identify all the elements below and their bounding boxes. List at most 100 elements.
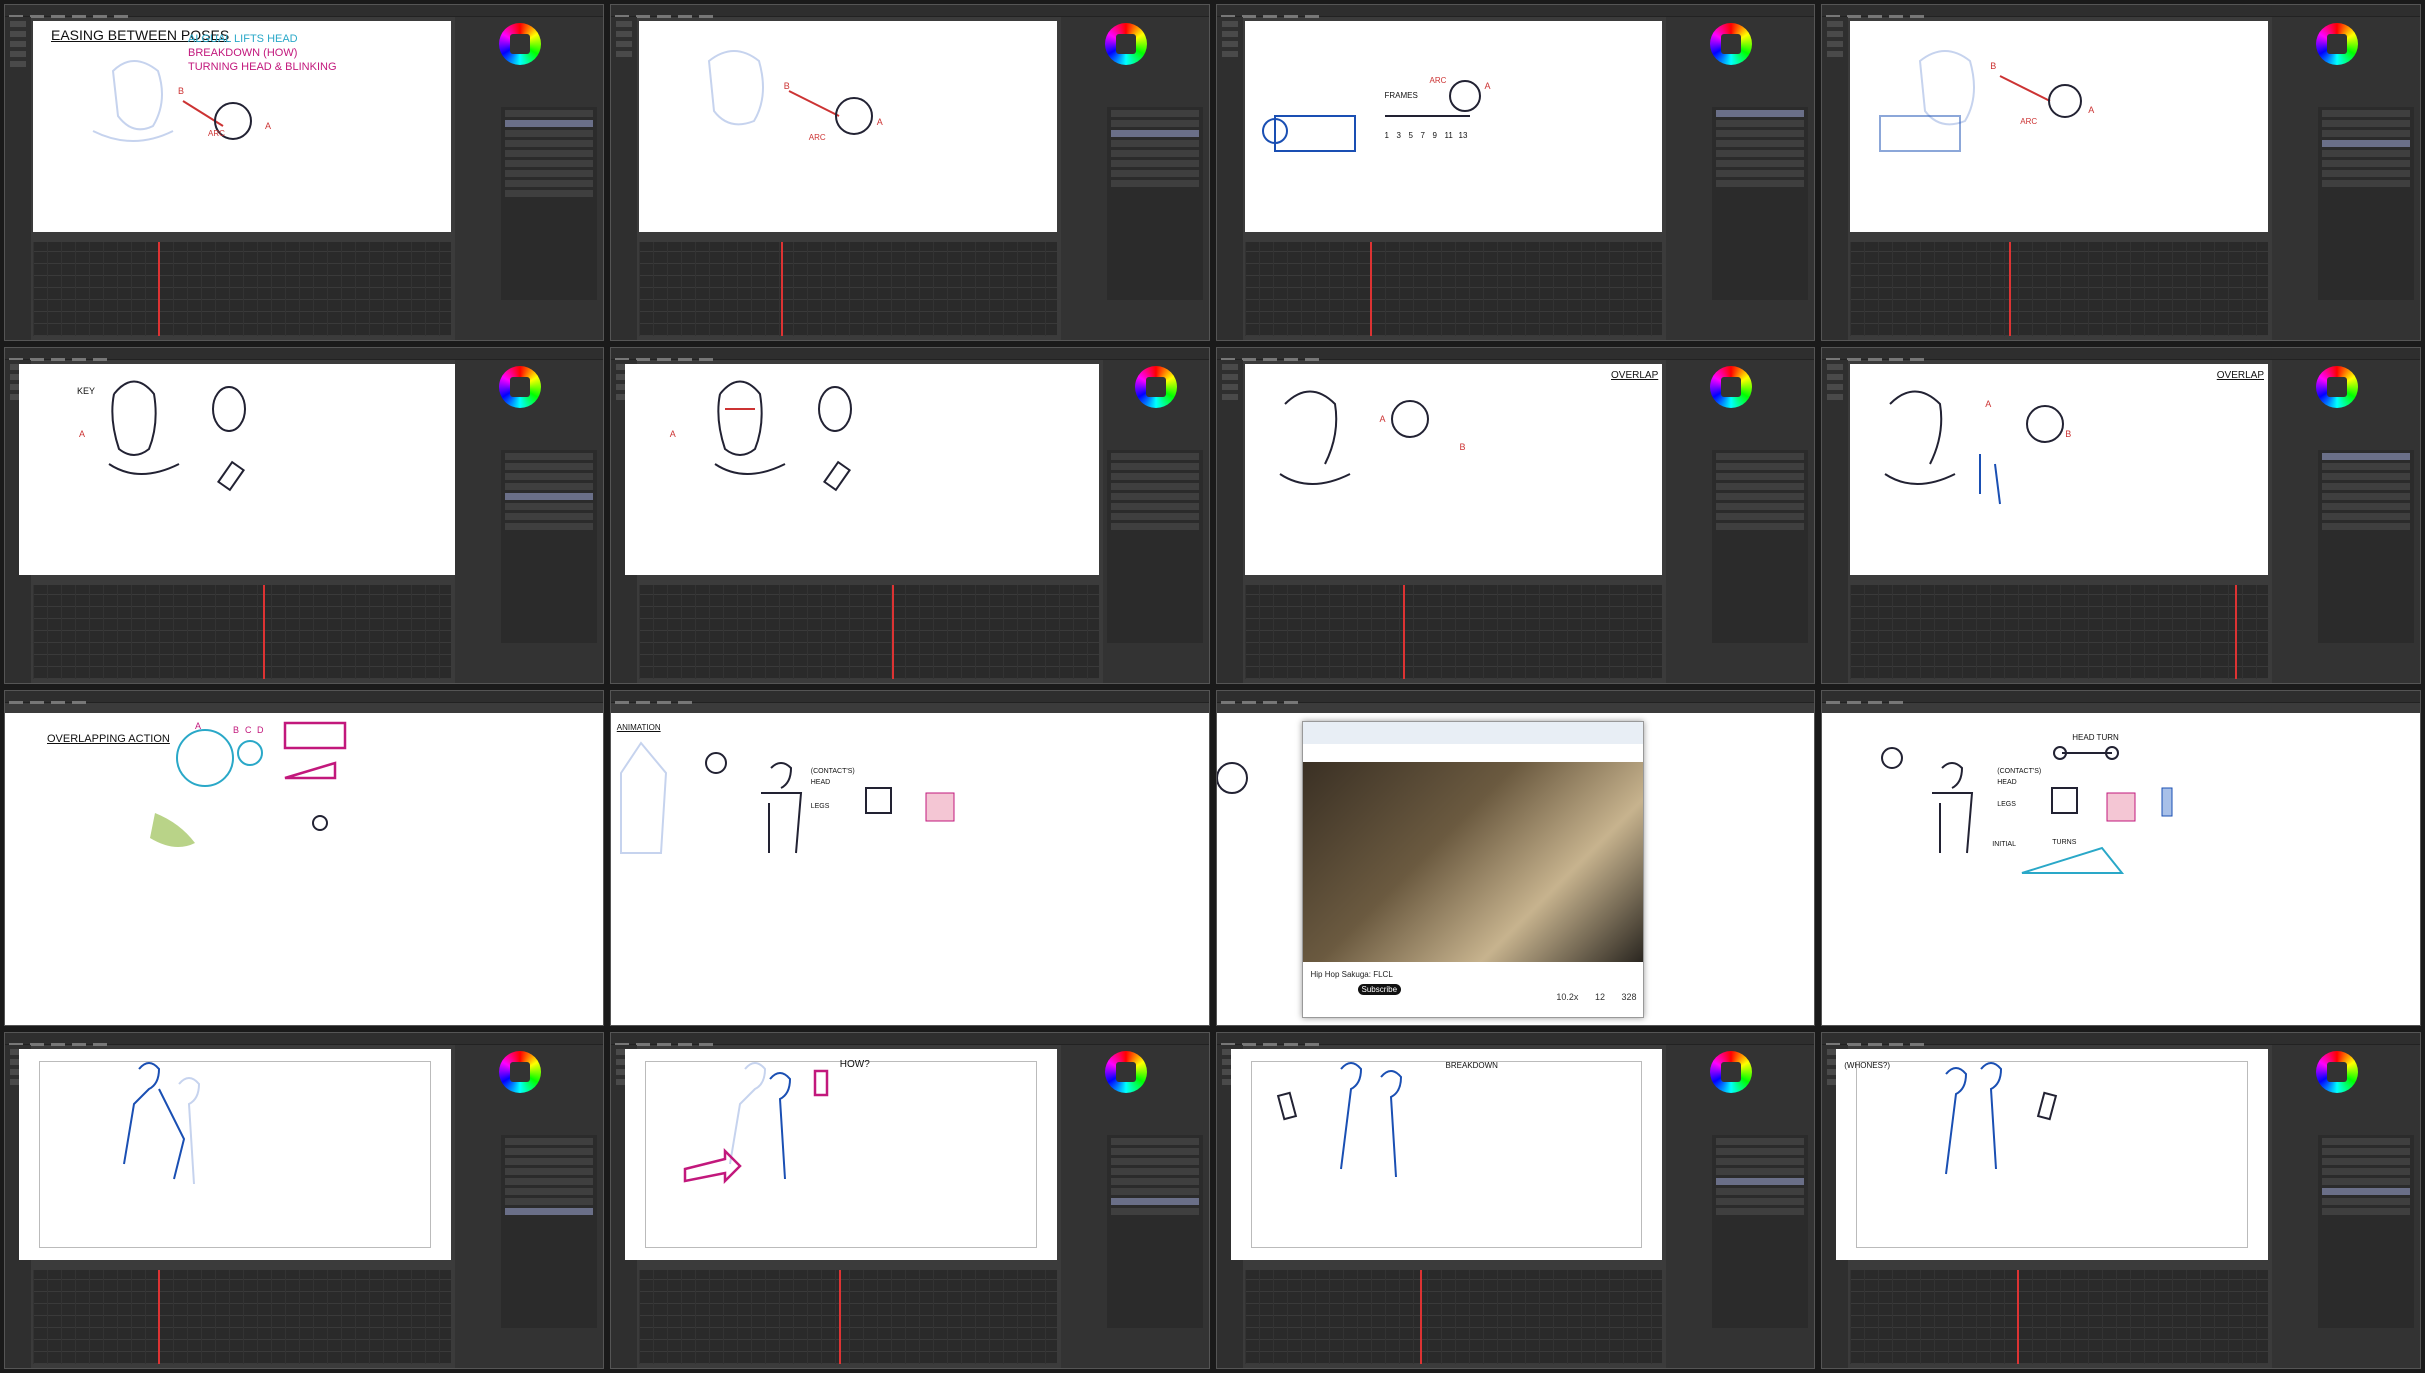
drawing-canvas[interactable]: (WHONES?) [1836, 1049, 2268, 1261]
menu-bar[interactable] [5, 1033, 603, 1047]
playhead[interactable] [262, 584, 265, 679]
menu-bar[interactable] [610, 5, 1209, 18]
playhead[interactable] [839, 1270, 842, 1364]
drawing-canvas[interactable]: OVERLAP A B [1244, 363, 1663, 575]
menu-bar[interactable] [1216, 690, 1815, 704]
playhead[interactable] [2008, 242, 2011, 336]
tool-panel[interactable] [5, 17, 31, 340]
timeline[interactable] [33, 242, 451, 336]
timeline[interactable] [1850, 242, 2268, 336]
playhead[interactable] [891, 584, 894, 679]
timeline[interactable] [1244, 242, 1663, 336]
layer-list[interactable] [1106, 107, 1203, 300]
layer-list[interactable] [1712, 107, 1809, 300]
browser-tab-bar[interactable] [1302, 721, 1643, 744]
drawing-canvas[interactable]: B A ARC [638, 21, 1057, 232]
timeline[interactable] [1850, 584, 2268, 679]
menu-bar[interactable] [1216, 1033, 1815, 1047]
menu-bar[interactable] [1822, 690, 2420, 704]
color-wheel[interactable] [1134, 365, 1177, 408]
drawing-canvas[interactable]: EASING BETWEEN POSES ALGUAL LIFTS HEAD B… [33, 21, 451, 232]
playhead[interactable] [158, 242, 161, 336]
video-screenshot-11: Hip Hop Sakuga: FLCL Subscribe 10.2x 12 … [1215, 689, 1816, 1027]
menu-bar[interactable] [5, 347, 603, 361]
menu-bar[interactable] [1216, 5, 1815, 18]
tool-panel[interactable] [1216, 17, 1243, 340]
layer-list[interactable] [1712, 449, 1809, 643]
timeline[interactable] [1244, 584, 1663, 679]
playhead[interactable] [1403, 584, 1406, 679]
layer-list[interactable] [2318, 449, 2414, 643]
menu-bar[interactable] [5, 690, 603, 704]
timeline[interactable] [638, 242, 1057, 336]
menu-bar[interactable] [1216, 347, 1815, 361]
layer-list[interactable] [1106, 449, 1203, 643]
video-player[interactable] [1302, 761, 1643, 962]
timeline[interactable] [33, 1270, 451, 1364]
layer-list[interactable] [2318, 107, 2414, 300]
color-wheel[interactable] [2316, 365, 2358, 408]
layer-list[interactable] [500, 1135, 597, 1328]
playhead[interactable] [1369, 242, 1372, 336]
playhead[interactable] [2234, 584, 2237, 679]
layer-list[interactable] [500, 107, 597, 300]
menu-bar[interactable] [610, 347, 1209, 361]
menu-bar[interactable] [610, 1033, 1209, 1047]
label-b: B [783, 81, 790, 91]
timeline[interactable] [1244, 1270, 1663, 1364]
color-wheel[interactable] [498, 365, 541, 408]
layer-list[interactable] [500, 449, 597, 643]
drawing-canvas[interactable]: A [624, 363, 1099, 575]
canvas-screenshot-10: ANIMATION (CONTACT'S) HEAD LEGS [609, 689, 1210, 1027]
drawing-canvas[interactable]: BREAKDOWN [1230, 1049, 1663, 1261]
color-wheel[interactable] [2316, 23, 2358, 65]
subscribe-button[interactable]: Subscribe [1357, 983, 1402, 995]
timeline[interactable] [638, 1270, 1057, 1364]
drawing-canvas[interactable]: B A ARC [1850, 21, 2268, 232]
menu-bar[interactable] [1822, 5, 2420, 18]
color-wheel[interactable] [1710, 23, 1753, 65]
color-wheel[interactable] [1104, 1051, 1147, 1094]
tool-panel[interactable] [1822, 359, 1849, 683]
browser-window[interactable]: Hip Hop Sakuga: FLCL Subscribe 10.2x 12 … [1301, 720, 1644, 1018]
app-screenshot-4: B A ARC [1821, 4, 2421, 341]
timeline[interactable] [33, 584, 451, 679]
playhead[interactable] [158, 1270, 161, 1364]
drawing-canvas[interactable]: ANIMATION (CONTACT'S) HEAD LEGS [610, 712, 1209, 1026]
drawing-canvas[interactable]: HEAD TURN (CONTACT'S) HEAD LEGS INITIAL … [1822, 712, 2420, 1026]
sketch-layer [1945, 1062, 2058, 1175]
color-wheel[interactable] [1710, 1051, 1753, 1094]
menu-bar[interactable] [5, 5, 603, 18]
menu-bar[interactable] [1822, 1033, 2420, 1047]
drawing-canvas[interactable]: HOW? [624, 1049, 1057, 1261]
sketch-layer [1278, 390, 1429, 485]
timeline[interactable] [1850, 1270, 2268, 1364]
tool-panel[interactable] [1822, 17, 1849, 340]
drawing-canvas[interactable]: OVERLAPPING ACTION A B C D [5, 712, 603, 1026]
menu-bar[interactable] [1822, 347, 2420, 361]
color-wheel[interactable] [1104, 23, 1147, 65]
timeline[interactable] [638, 584, 1099, 679]
drawing-canvas[interactable]: FRAMES 1 3 5 7 9 11 13 A ARC [1244, 21, 1663, 232]
drawing-canvas[interactable]: KEY A [19, 363, 455, 575]
playhead[interactable] [2017, 1270, 2020, 1364]
color-wheel[interactable] [2316, 1051, 2358, 1094]
drawing-canvas[interactable] [19, 1049, 451, 1261]
color-wheel[interactable] [1710, 365, 1753, 408]
layer-list[interactable] [1106, 1135, 1203, 1328]
layer-list[interactable] [1712, 1135, 1809, 1328]
layer-list[interactable] [2318, 1135, 2414, 1328]
label-arc: ARC [2020, 117, 2038, 126]
tool-panel[interactable] [1216, 359, 1243, 683]
tool-panel[interactable] [610, 17, 637, 340]
app-screenshot-3: FRAMES 1 3 5 7 9 11 13 A ARC [1215, 4, 1816, 341]
playhead[interactable] [780, 242, 783, 336]
playhead[interactable] [1419, 1270, 1422, 1364]
label-arc: ARC [1429, 76, 1447, 85]
color-wheel[interactable] [498, 1051, 541, 1094]
video-stats: 10.2x 12 328 [1542, 992, 1636, 1002]
drawing-canvas[interactable]: OVERLAP A B [1850, 363, 2268, 575]
app-screenshot-15: BREAKDOWN [1215, 1032, 1816, 1369]
menu-bar[interactable] [610, 690, 1209, 704]
color-wheel[interactable] [498, 23, 541, 65]
